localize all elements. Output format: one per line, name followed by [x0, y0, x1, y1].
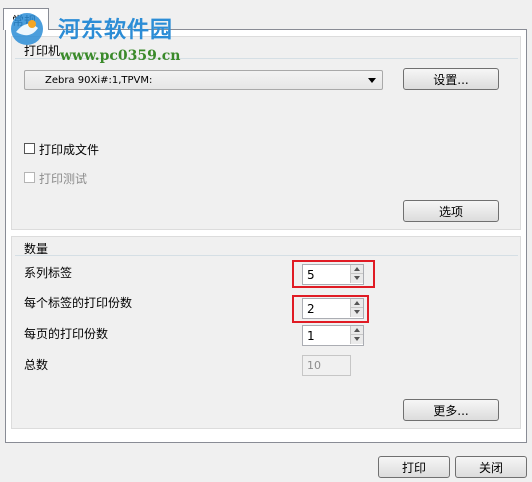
- total-value: 10: [307, 359, 321, 372]
- total-field: 10: [302, 355, 351, 376]
- copies-per-page-value: 1: [307, 329, 315, 343]
- quantity-group-divider: [15, 255, 518, 256]
- copies-per-label-label: 每个标签的打印份数: [24, 296, 133, 310]
- watermark-logo: [8, 10, 46, 48]
- per-page-increment[interactable]: [350, 326, 363, 335]
- copies-spin-buttons: [350, 299, 363, 318]
- copies-per-page-label: 每页的打印份数: [24, 327, 109, 341]
- total-label: 总数: [24, 358, 49, 372]
- copies-decrement[interactable]: [350, 308, 363, 317]
- arrow-down-icon: [354, 276, 360, 280]
- serial-labels-label: 系列标签: [24, 266, 73, 280]
- chevron-down-icon: [368, 78, 376, 83]
- arrow-up-icon: [354, 267, 360, 271]
- close-button[interactable]: 关闭: [455, 456, 527, 478]
- arrow-up-icon: [354, 301, 360, 305]
- watermark-title: 河东软件园: [58, 17, 174, 43]
- copies-per-page-stepper[interactable]: 1: [302, 325, 364, 346]
- printer-select-value: Zebra 90Xi#:1,TPVM:: [45, 75, 153, 86]
- printer-select[interactable]: Zebra 90Xi#:1,TPVM:: [24, 70, 383, 90]
- print-to-file-label: 打印成文件: [39, 143, 100, 157]
- arrow-down-icon: [354, 310, 360, 314]
- serial-labels-stepper[interactable]: 5: [302, 264, 364, 285]
- serial-labels-increment[interactable]: [350, 265, 363, 274]
- more-button-label: 更多...: [433, 403, 469, 418]
- setup-button-label: 设置...: [433, 72, 469, 87]
- print-to-file-checkbox[interactable]: [24, 143, 35, 154]
- watermark-logo-icon: [11, 13, 43, 45]
- print-test-checkbox[interactable]: [24, 172, 35, 183]
- close-button-label: 关闭: [478, 460, 503, 475]
- arrow-up-icon: [354, 328, 360, 332]
- print-button-label: 打印: [401, 460, 426, 475]
- per-page-decrement[interactable]: [350, 335, 363, 344]
- serial-labels-value: 5: [307, 268, 315, 282]
- setup-button[interactable]: 设置...: [403, 68, 499, 90]
- copies-per-label-stepper[interactable]: 2: [302, 298, 364, 319]
- options-button-label: 选项: [438, 204, 463, 219]
- more-button[interactable]: 更多...: [403, 399, 499, 421]
- copies-increment[interactable]: [350, 299, 363, 308]
- print-test-label: 打印测试: [39, 172, 88, 186]
- options-button[interactable]: 选项: [403, 200, 499, 222]
- watermark-url: www.pc0359.cn: [60, 48, 181, 64]
- per-page-spin-buttons: [350, 326, 363, 345]
- print-button[interactable]: 打印: [378, 456, 450, 478]
- arrow-down-icon: [354, 337, 360, 341]
- serial-labels-spin-buttons: [350, 265, 363, 284]
- serial-labels-decrement[interactable]: [350, 274, 363, 283]
- copies-per-label-value: 2: [307, 302, 315, 316]
